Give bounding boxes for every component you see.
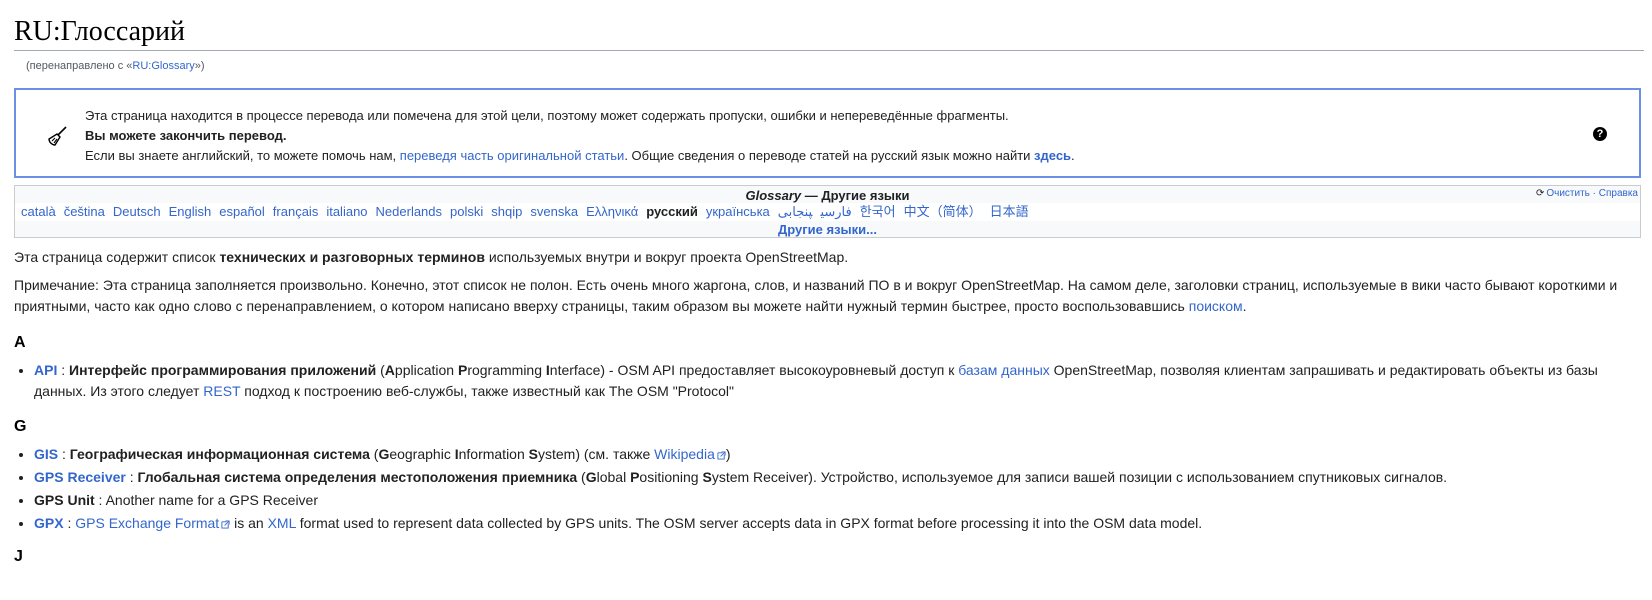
list-item: GIS : Географическая информационная сист… — [34, 444, 1639, 465]
purge-link[interactable]: Очистить — [1546, 188, 1590, 199]
language-link[interactable]: polski — [450, 204, 483, 219]
translation-line-3: Если вы знаете английский, то можете пом… — [85, 148, 1075, 163]
term-gps-unit: GPS Unit — [34, 492, 95, 508]
language-link[interactable]: français — [273, 204, 319, 219]
translate-original-link[interactable]: переведя часть оригинальной статьи — [400, 148, 625, 163]
redirect-prefix: (перенаправлено с « — [26, 60, 133, 72]
page-title: RU:Глоссарий — [14, 14, 1644, 51]
language-link[interactable]: українська — [706, 204, 770, 219]
term-gis-link[interactable]: GIS — [34, 446, 58, 462]
broom-icon — [48, 126, 67, 146]
terms-list-a: API : Интерфейс программирования приложе… — [14, 360, 1639, 404]
terms-list-g: GIS : Географическая информационная сист… — [14, 444, 1639, 536]
language-link[interactable]: shqip — [491, 204, 522, 219]
section-heading-j: J — [14, 548, 23, 565]
term-gps-receiver-link[interactable]: GPS Receiver — [34, 469, 126, 485]
term-gpx-link[interactable]: GPX — [34, 515, 64, 531]
language-list: català čeština Deutsch English español frança… — [15, 203, 1640, 221]
rest-link[interactable]: REST — [203, 383, 240, 399]
section-heading-g: G — [14, 418, 27, 435]
language-link[interactable]: Ελληνικά — [586, 204, 638, 219]
language-link[interactable]: پنجابی — [778, 204, 813, 219]
redirect-link[interactable]: RU:Glossary — [132, 60, 194, 72]
wikipedia-link[interactable]: Wikipedia — [654, 446, 715, 462]
language-bar: Glossary — Другие языки ⟳ Очистить · Спра… — [14, 185, 1641, 238]
language-link[interactable]: 中文（简体） — [904, 204, 982, 219]
language-link[interactable]: italiano — [326, 204, 367, 219]
more-languages-link[interactable]: Другие языки... — [778, 222, 877, 237]
language-link[interactable]: Deutsch — [113, 204, 161, 219]
here-link[interactable]: здесь — [1034, 148, 1071, 163]
intro-paragraph: Эта страница содержит список технических… — [14, 249, 849, 265]
language-link[interactable]: čeština — [64, 204, 105, 219]
language-link[interactable]: English — [169, 204, 212, 219]
list-item: GPS Unit : Another name for a GPS Receiv… — [34, 490, 1639, 511]
language-bar-title: Glossary — Другие языки — [745, 188, 910, 203]
list-item: API : Интерфейс программирования приложе… — [34, 360, 1639, 402]
term-api-link[interactable]: API — [34, 362, 57, 378]
page: RU:Глоссарий (перенаправлено с «RU:Gloss… — [0, 0, 1652, 600]
gps-exchange-format-link[interactable]: GPS Exchange Format — [75, 515, 219, 531]
language-link[interactable]: català — [21, 204, 56, 219]
external-link-icon — [717, 451, 726, 460]
redirect-suffix: ») — [194, 60, 205, 72]
language-link[interactable]: Nederlands — [376, 204, 443, 219]
translation-notice: Эта страница находится в процессе перево… — [14, 88, 1641, 178]
language-link[interactable]: español — [219, 204, 265, 219]
list-item: GPX : GPS Exchange Format is an XML form… — [34, 513, 1639, 534]
language-link[interactable]: 日本語 — [990, 204, 1029, 219]
language-link[interactable]: svenska — [530, 204, 578, 219]
redirect-note: (перенаправлено с «RU:Glossary») — [26, 60, 205, 72]
section-heading-a: A — [14, 334, 26, 351]
search-link[interactable]: поиском — [1189, 298, 1243, 314]
note-paragraph: Примечание: Эта страница заполняется про… — [14, 277, 1618, 314]
external-link-icon — [221, 520, 230, 529]
translation-line-1: Эта страница находится в процессе перево… — [85, 108, 1009, 123]
language-bar-tools: ⟳ Очистить · Справка — [1535, 188, 1638, 199]
language-link: русский — [646, 204, 698, 219]
language-link[interactable]: 한국어 — [860, 204, 896, 219]
translation-line-2: Вы можете закончить перевод. — [85, 128, 287, 143]
help-link[interactable]: Справка — [1599, 188, 1638, 199]
help-icon[interactable]: ? — [1593, 127, 1607, 141]
language-link[interactable]: فارسی — [820, 204, 851, 219]
databases-link[interactable]: базам данных — [958, 362, 1050, 378]
xml-link[interactable]: XML — [268, 515, 296, 531]
list-item: GPS Receiver : Глобальная система опреде… — [34, 467, 1639, 488]
refresh-icon: ⟳ — [1535, 188, 1545, 199]
